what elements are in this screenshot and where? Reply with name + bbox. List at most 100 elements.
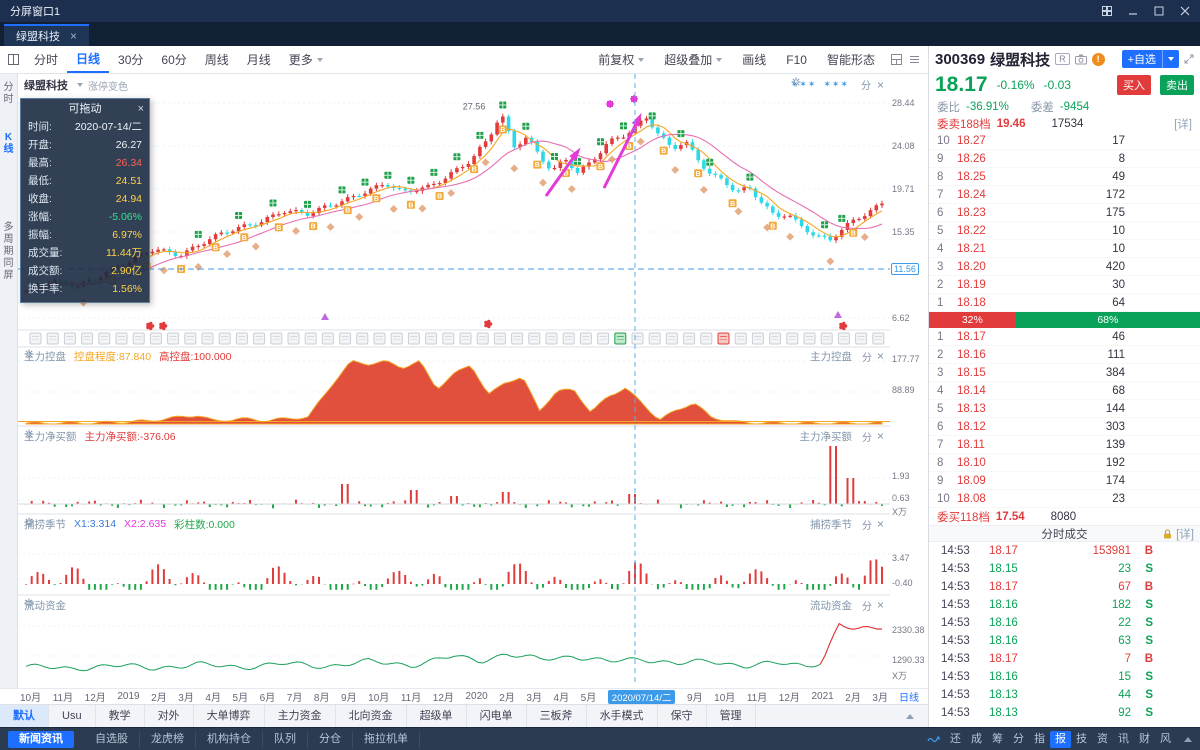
ask-level-row[interactable]: 9 18.26 8 [929, 150, 1200, 168]
workspace-tab-1[interactable]: Usu [49, 705, 96, 727]
ask-level-row[interactable]: 10 18.27 17 [929, 132, 1200, 150]
f10-button[interactable]: F10 [777, 46, 816, 73]
panel-split-button[interactable]: 分 [862, 598, 872, 613]
alert-icon[interactable]: ! [1091, 52, 1105, 66]
chart-area[interactable]: 27.56BBBBBBBBBBBBBBBBBBBBBB 绿盟科技 涨停变色 ✶✶… [18, 74, 890, 688]
quote-mini-tab-2[interactable]: 筹 [987, 731, 1008, 748]
workspace-tab-0[interactable]: 默认 [0, 705, 49, 727]
ask-level-row[interactable]: 6 18.23 175 [929, 204, 1200, 222]
workspace-tab-6[interactable]: 北向资金 [336, 705, 407, 727]
quote-mini-tab-9[interactable]: 财 [1134, 731, 1155, 748]
period-tab-4[interactable]: 周线 [196, 46, 238, 73]
quote-mini-tab-3[interactable]: 分 [1008, 731, 1029, 748]
ask-level-row[interactable]: 5 18.22 10 [929, 222, 1200, 240]
quote-mini-tab-8[interactable]: 讯 [1113, 731, 1134, 748]
rail-item-kline[interactable]: K线 [2, 132, 15, 156]
tab-close-icon[interactable]: × [70, 29, 77, 43]
panel-split-button[interactable]: 分 [861, 77, 871, 92]
collapse-chevron-icon[interactable] [906, 710, 914, 722]
close-button[interactable] [1180, 6, 1190, 16]
period-tab-1[interactable]: 日线 [67, 46, 110, 73]
drawn-line-price-label[interactable]: 11.56 [891, 263, 919, 275]
ask-level-row[interactable]: 7 18.24 172 [929, 186, 1200, 204]
maximize-button[interactable] [1154, 6, 1164, 16]
chevron-down-icon[interactable] [77, 83, 83, 87]
panel-close-button[interactable]: × [877, 517, 884, 531]
panel-close-button[interactable]: × [877, 78, 884, 92]
detail-link[interactable]: [详] [1174, 116, 1192, 132]
minimize-button[interactable] [1128, 6, 1138, 16]
quote-mini-tab-7[interactable]: 资 [1092, 731, 1113, 748]
workspace-tab-10[interactable]: 水手模式 [587, 705, 658, 727]
bid-level-row[interactable]: 5 18.13 144 [929, 400, 1200, 418]
workspace-tab-9[interactable]: 三板斧 [527, 705, 587, 727]
quote-mini-tab-5[interactable]: 报 [1050, 730, 1071, 748]
statusbar-tab-6[interactable]: 拖拉机单 [353, 730, 420, 748]
wave-icon[interactable] [927, 734, 940, 744]
ask-level-row[interactable]: 1 18.18 64 [929, 294, 1200, 312]
period-tab-2[interactable]: 30分 [109, 46, 152, 73]
layout-icon[interactable] [8, 54, 19, 65]
ask-level-row[interactable]: 2 18.19 30 [929, 276, 1200, 294]
workspace-tab-3[interactable]: 对外 [145, 705, 194, 727]
add-watchlist-button[interactable]: +自选 [1121, 50, 1179, 68]
panel-close-button[interactable]: × [877, 349, 884, 363]
statusbar-tab-3[interactable]: 机构持仓 [196, 730, 263, 748]
period-tab-5[interactable]: 月线 [238, 46, 280, 73]
lock-icon[interactable] [1163, 529, 1172, 539]
draggable-info-box[interactable]: 可拖动 × 时间: 2020-07-14/二 开盘: 26.27 最高: 26.34 最低:… [20, 98, 150, 303]
workspace-tab-8[interactable]: 闪电单 [467, 705, 527, 727]
statusbar-tab-0[interactable]: 新闻资讯 [8, 730, 74, 748]
quote-mini-tab-6[interactable]: 技 [1071, 731, 1092, 748]
panel-grid-icon[interactable] [891, 54, 902, 65]
layout-grid-icon[interactable] [1102, 6, 1112, 16]
ask-level-row[interactable]: 8 18.25 49 [929, 168, 1200, 186]
expand-icon[interactable] [1184, 54, 1194, 64]
statusbar-tab-2[interactable]: 龙虎榜 [140, 730, 196, 748]
bid-level-row[interactable]: 9 18.09 174 [929, 472, 1200, 490]
panel-split-button[interactable]: 分 [862, 349, 872, 364]
camera-icon[interactable] [1074, 54, 1087, 65]
bid-level-row[interactable]: 3 18.15 384 [929, 364, 1200, 382]
adjust-mode-dropdown[interactable]: 前复权 [589, 46, 653, 73]
bid-level-row[interactable]: 2 18.16 111 [929, 346, 1200, 364]
limit-color-toggle[interactable]: 涨停变色 [88, 78, 128, 93]
panel-split-button[interactable]: 分 [862, 517, 872, 532]
bid-level-row[interactable]: 6 18.12 303 [929, 418, 1200, 436]
tab-stock[interactable]: 绿盟科技 × [4, 24, 90, 46]
panel-list-icon[interactable] [909, 54, 920, 65]
period-tab-3[interactable]: 60分 [152, 46, 195, 73]
tick-detail-link[interactable]: [详] [1176, 526, 1194, 542]
bid-level-row[interactable]: 7 18.11 139 [929, 436, 1200, 454]
more-menu[interactable]: 更多 [280, 46, 332, 73]
quote-mini-tab-10[interactable]: 风 [1155, 731, 1176, 748]
workspace-tab-4[interactable]: 大单博弈 [194, 705, 265, 727]
workspace-tab-12[interactable]: 管理 [707, 705, 756, 727]
chevron-up-icon[interactable] [1184, 733, 1192, 745]
chart-symbol-name[interactable]: 绿盟科技 [24, 77, 68, 93]
rail-item-timeshare[interactable]: 分时 [2, 82, 15, 106]
rail-item-multi-period[interactable]: 多周期同屏 [2, 222, 15, 282]
workspace-tab-5[interactable]: 主力资金 [265, 705, 336, 727]
ask-level-row[interactable]: 3 18.20 420 [929, 258, 1200, 276]
workspace-tab-2[interactable]: 教学 [96, 705, 145, 727]
workspace-tab-11[interactable]: 保守 [658, 705, 707, 727]
period-tab-0[interactable]: 分时 [25, 46, 67, 73]
buy-button[interactable]: 买入 [1117, 75, 1151, 95]
workspace-tab-7[interactable]: 超级单 [407, 705, 467, 727]
draw-line-button[interactable]: 画线 [733, 46, 775, 73]
bid-level-row[interactable]: 8 18.10 192 [929, 454, 1200, 472]
panel-split-button[interactable]: 分 [862, 429, 872, 444]
overlay-dropdown[interactable]: 超级叠加 [655, 46, 731, 73]
quote-mini-tab-4[interactable]: 指 [1029, 731, 1050, 748]
bid-level-row[interactable]: 1 18.17 46 [929, 328, 1200, 346]
bid-level-row[interactable]: 10 18.08 23 [929, 490, 1200, 508]
quote-mini-tab-1[interactable]: 成 [966, 731, 987, 748]
statusbar-tab-5[interactable]: 分仓 [308, 730, 353, 748]
panel-close-button[interactable]: × [877, 429, 884, 443]
statusbar-tab-1[interactable]: 自选股 [84, 730, 140, 748]
quote-mini-tab-0[interactable]: 还 [945, 731, 966, 748]
panel-close-button[interactable]: × [877, 598, 884, 612]
ask-level-row[interactable]: 4 18.21 10 [929, 240, 1200, 258]
smart-pattern-button[interactable]: 智能形态 [818, 46, 884, 73]
